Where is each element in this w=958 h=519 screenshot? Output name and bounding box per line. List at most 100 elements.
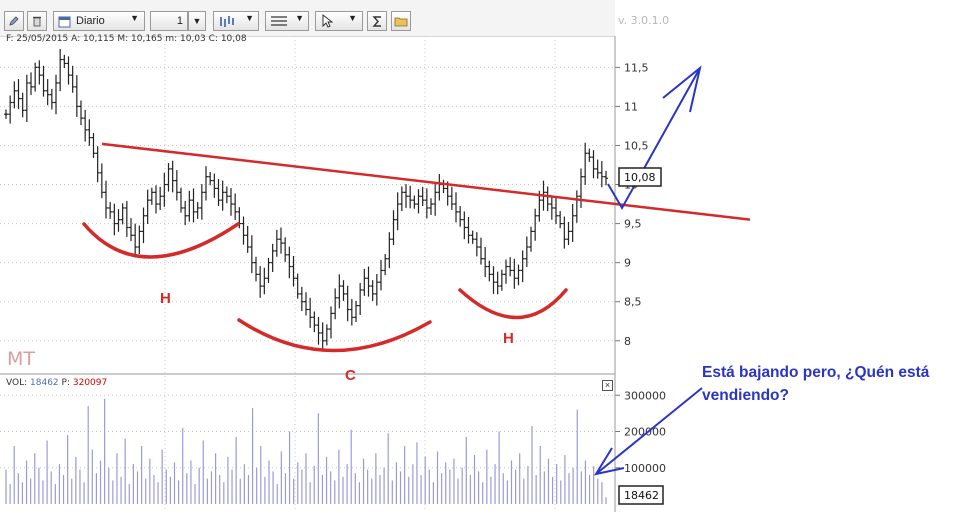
price-bar xyxy=(554,197,558,224)
price-bar xyxy=(358,282,363,315)
price-bar xyxy=(104,180,108,219)
price-bar xyxy=(233,193,238,221)
price-bar xyxy=(120,203,125,225)
price-tick-label: 11 xyxy=(624,100,638,113)
price-bar xyxy=(345,285,350,322)
price-bar xyxy=(587,148,592,162)
last-volume-label: 18462 xyxy=(624,489,659,502)
price-bar xyxy=(474,232,479,257)
price-bar xyxy=(287,246,292,279)
price-bar xyxy=(16,79,21,110)
price-bar xyxy=(149,187,154,205)
volume-info: VOL: 18462 P: 320097 xyxy=(6,378,107,388)
price-tick-label: 9,5 xyxy=(624,218,642,231)
price-bar xyxy=(49,88,54,110)
price-bar xyxy=(241,216,246,245)
price-bar xyxy=(512,258,517,289)
shoulder-curve-right xyxy=(458,288,568,320)
price-bar xyxy=(499,269,504,291)
price-bar xyxy=(195,202,200,219)
price-bar xyxy=(8,95,13,124)
price-volume-chart: 11,51110,5109,598,58 300000200000100000 … xyxy=(0,36,751,512)
price-bar xyxy=(270,243,275,273)
volume-tick-label: 100000 xyxy=(624,462,666,475)
price-bar xyxy=(154,185,158,214)
price-bar xyxy=(83,109,88,142)
price-bar xyxy=(58,48,63,92)
price-bar xyxy=(116,209,121,232)
price-bar xyxy=(133,223,138,258)
price-bar xyxy=(124,200,129,237)
price-bar xyxy=(274,229,279,257)
price-bar xyxy=(187,190,192,222)
price-bar xyxy=(466,216,471,244)
price-bar xyxy=(437,173,442,201)
price-bar xyxy=(216,179,221,206)
price-bar xyxy=(295,273,300,299)
price-tick-label: 8 xyxy=(624,335,631,348)
price-bar xyxy=(33,62,38,92)
price-bar xyxy=(449,186,454,210)
price-bar xyxy=(249,235,254,274)
price-bar xyxy=(12,81,17,109)
price-bar xyxy=(462,211,467,240)
volume-p-label: P: xyxy=(61,378,70,388)
price-bar xyxy=(204,166,208,201)
price-bar xyxy=(504,259,508,284)
volume-value: 18462 xyxy=(30,378,59,388)
price-bar xyxy=(29,72,33,96)
close-volume-panel-icon[interactable]: × xyxy=(602,380,613,391)
price-bar xyxy=(129,218,133,242)
price-bar xyxy=(37,60,42,85)
comment-text: Está bajando pero, ¿Quén está vendiendo? xyxy=(702,364,930,404)
ohlc-info: F: 25/05/2015 A: 10,115 M: 10,165 m: 10,… xyxy=(6,34,247,44)
price-bar xyxy=(170,160,175,193)
price-bar xyxy=(183,200,188,226)
price-bar xyxy=(529,226,533,252)
price-bars xyxy=(4,48,608,349)
price-bar xyxy=(379,259,383,291)
price-bar xyxy=(208,172,213,186)
annotation-c-center: C xyxy=(345,367,356,384)
price-bar xyxy=(366,266,371,297)
price-bar xyxy=(341,280,346,301)
price-bar xyxy=(387,232,392,269)
price-bar xyxy=(191,188,196,223)
price-bar xyxy=(304,292,308,316)
price-bar xyxy=(416,189,421,214)
price-bar xyxy=(479,237,483,265)
last-price-label: 10,08 xyxy=(624,171,656,184)
price-bar xyxy=(262,267,267,295)
price-bar xyxy=(412,195,417,209)
price-bar xyxy=(220,180,225,211)
price-bar xyxy=(108,202,113,219)
price-bar xyxy=(362,268,367,296)
price-bar xyxy=(279,227,283,254)
price-bar xyxy=(266,257,271,283)
price-bar xyxy=(429,198,433,215)
price-bar xyxy=(229,188,233,216)
price-bar xyxy=(141,207,146,244)
price-bar xyxy=(4,109,8,119)
volume-prefix: VOL: xyxy=(6,378,28,388)
price-bar xyxy=(54,74,58,115)
price-tick-label: 9 xyxy=(624,257,631,270)
price-bar xyxy=(312,311,317,333)
price-bar xyxy=(566,222,571,246)
price-bar xyxy=(258,266,263,298)
watermark: MT xyxy=(7,348,35,370)
price-bar xyxy=(254,256,258,282)
price-bar xyxy=(508,257,513,277)
price-bar xyxy=(158,186,163,210)
price-bar xyxy=(349,298,354,326)
volume-bars xyxy=(5,398,607,504)
price-bar xyxy=(383,254,388,276)
price-bar xyxy=(370,280,375,301)
volume-tick-label: 300000 xyxy=(624,389,666,402)
price-tick-label: 10,5 xyxy=(624,139,649,152)
price-bar xyxy=(145,189,150,224)
breakout-arrow xyxy=(607,65,702,211)
price-bar xyxy=(79,100,83,126)
price-bar xyxy=(324,324,329,346)
price-bar xyxy=(224,186,229,204)
